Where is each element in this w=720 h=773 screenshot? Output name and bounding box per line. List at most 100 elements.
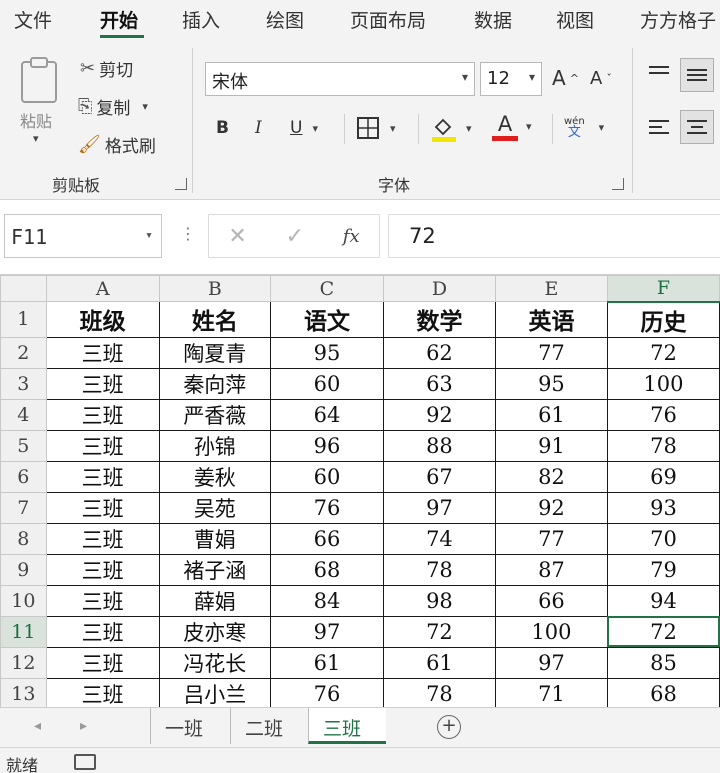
cell-f8[interactable]: 70 [606, 522, 720, 555]
row-header[interactable]: 8 [0, 522, 47, 555]
fill-color-button[interactable]: ▾ [430, 114, 472, 142]
tab-home[interactable]: 开始 [100, 6, 138, 33]
cell-a3[interactable]: 三班 [45, 367, 160, 400]
row-header[interactable]: 3 [0, 367, 47, 400]
cell-b2[interactable]: 陶夏青 [158, 336, 271, 369]
cell-c4[interactable]: 64 [269, 398, 384, 431]
underline-button[interactable]: U ▾ [290, 118, 318, 138]
cell-d5[interactable]: 88 [382, 429, 496, 462]
cell-e6[interactable]: 82 [494, 460, 608, 493]
cell-c12[interactable]: 61 [269, 646, 384, 679]
cut-button[interactable]: ✂ 剪切 [80, 56, 133, 81]
cell-f2[interactable]: 72 [606, 336, 720, 369]
cell-e2[interactable]: 77 [494, 336, 608, 369]
cell-f4[interactable]: 76 [606, 398, 720, 431]
tab-page-layout[interactable]: 页面布局 [350, 6, 426, 33]
cell-f11[interactable]: 72 [606, 615, 720, 648]
cell-e13[interactable]: 71 [494, 677, 608, 707]
font-color-button[interactable]: A ▾ [492, 112, 532, 141]
cell-a2[interactable]: 三班 [45, 336, 160, 369]
sheet-tab-class1[interactable]: 一班 [150, 708, 217, 744]
cell-e10[interactable]: 66 [494, 584, 608, 617]
cell-c13[interactable]: 76 [269, 677, 384, 707]
cell-b13[interactable]: 吕小兰 [158, 677, 271, 707]
cell-d10[interactable]: 98 [382, 584, 496, 617]
grow-font-button[interactable]: A ^ [552, 66, 579, 90]
cell-d2[interactable]: 62 [382, 336, 496, 369]
cell-d7[interactable]: 97 [382, 491, 496, 524]
align-left-button[interactable] [648, 118, 672, 140]
cell-a13[interactable]: 三班 [45, 677, 160, 707]
column-header-e[interactable]: E [494, 275, 608, 302]
row-header[interactable]: 2 [0, 336, 47, 369]
cell-f12[interactable]: 85 [606, 646, 720, 679]
row-header[interactable]: 4 [0, 398, 47, 431]
row-header[interactable]: 12 [0, 646, 47, 679]
row-header[interactable]: 7 [0, 491, 47, 524]
italic-button[interactable]: I [255, 118, 262, 138]
cell-e7[interactable]: 92 [494, 491, 608, 524]
copy-button[interactable]: ⎘ 复制 ▾ [78, 94, 148, 119]
cell-c5[interactable]: 96 [269, 429, 384, 462]
cell-f7[interactable]: 93 [606, 491, 720, 524]
cell-c3[interactable]: 60 [269, 367, 384, 400]
cell-f1[interactable]: 历史 [606, 301, 720, 338]
align-center-button[interactable] [680, 110, 714, 144]
tab-insert[interactable]: 插入 [182, 6, 220, 33]
tab-draw[interactable]: 绘图 [266, 6, 304, 33]
cell-b4[interactable]: 严香薇 [158, 398, 271, 431]
cell-e1[interactable]: 英语 [494, 301, 608, 338]
cell-b3[interactable]: 秦向萍 [158, 367, 271, 400]
cell-f10[interactable]: 94 [606, 584, 720, 617]
cell-e12[interactable]: 97 [494, 646, 608, 679]
row-header[interactable]: 13 [0, 677, 47, 707]
cell-b9[interactable]: 褚子涵 [158, 553, 271, 586]
row-header[interactable]: 6 [0, 460, 47, 493]
column-header-d[interactable]: D [382, 275, 496, 302]
cell-c10[interactable]: 84 [269, 584, 384, 617]
cell-d3[interactable]: 63 [382, 367, 496, 400]
scroll-left-icon[interactable]: ◂ [34, 718, 41, 734]
scroll-right-icon[interactable]: ▸ [80, 718, 87, 734]
cell-b1[interactable]: 姓名 [158, 301, 271, 338]
clipboard-launcher-icon[interactable] [175, 178, 187, 190]
tab-file[interactable]: 文件 [14, 6, 52, 33]
cell-c2[interactable]: 95 [269, 336, 384, 369]
check-icon[interactable]: ✓ [286, 224, 304, 249]
cell-f5[interactable]: 78 [606, 429, 720, 462]
align-middle-button[interactable] [680, 58, 714, 92]
cell-c9[interactable]: 68 [269, 553, 384, 586]
name-box[interactable]: F11 ▾ [4, 214, 162, 258]
phonetic-guide-button[interactable]: wén 文 ▾ [564, 116, 604, 139]
align-top-button[interactable] [648, 64, 672, 84]
cell-f13[interactable]: 68 [606, 677, 720, 707]
cell-a6[interactable]: 三班 [45, 460, 160, 493]
cell-d4[interactable]: 92 [382, 398, 496, 431]
cell-e9[interactable]: 87 [494, 553, 608, 586]
cell-e4[interactable]: 61 [494, 398, 608, 431]
cell-d6[interactable]: 67 [382, 460, 496, 493]
cell-e3[interactable]: 95 [494, 367, 608, 400]
cell-a11[interactable]: 三班 [45, 615, 160, 648]
sheet-tab-class2[interactable]: 二班 [230, 708, 297, 744]
add-sheet-icon[interactable]: + [437, 715, 461, 739]
column-header-a[interactable]: A [45, 275, 160, 302]
cell-d8[interactable]: 74 [382, 522, 496, 555]
cell-c7[interactable]: 76 [269, 491, 384, 524]
tab-fangfanggezi[interactable]: 方方格子 [640, 6, 716, 33]
borders-button[interactable]: ▾ [356, 116, 396, 140]
cell-d11[interactable]: 72 [382, 615, 496, 648]
insert-function-icon[interactable]: fx [343, 226, 360, 247]
tab-data[interactable]: 数据 [474, 6, 512, 33]
cell-b7[interactable]: 吴苑 [158, 491, 271, 524]
cell-a1[interactable]: 班级 [45, 301, 160, 338]
row-header[interactable]: 5 [0, 429, 47, 462]
font-name-dropdown[interactable]: 宋体 ▾ [205, 62, 475, 96]
cell-a4[interactable]: 三班 [45, 398, 160, 431]
cell-d13[interactable]: 78 [382, 677, 496, 707]
macro-record-icon[interactable] [74, 754, 96, 770]
column-header-c[interactable]: C [269, 275, 384, 302]
cell-a10[interactable]: 三班 [45, 584, 160, 617]
cell-a7[interactable]: 三班 [45, 491, 160, 524]
cell-a9[interactable]: 三班 [45, 553, 160, 586]
